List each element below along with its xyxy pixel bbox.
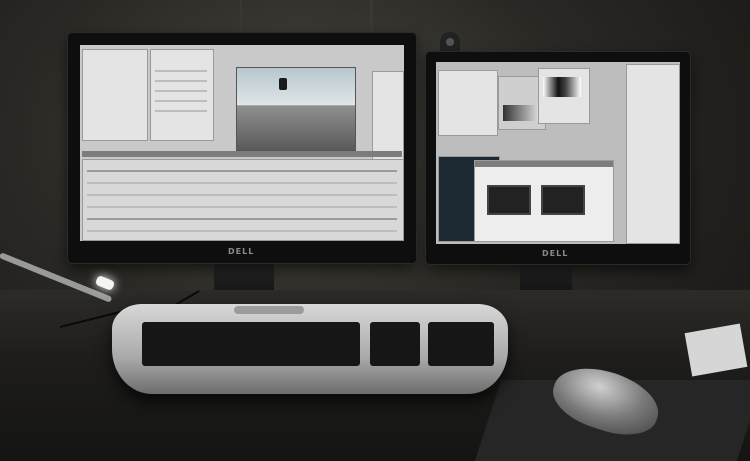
desk-lamp-light xyxy=(94,274,116,292)
navigator-panel xyxy=(626,64,680,244)
effects-panel xyxy=(150,49,214,141)
rider-figure xyxy=(279,78,287,90)
project-panel xyxy=(82,49,148,141)
left-monitor: DELL xyxy=(68,33,416,263)
numpad-block xyxy=(428,322,494,366)
timeline-header xyxy=(82,151,402,157)
keyboard-top-strip xyxy=(234,306,304,314)
tools-panel xyxy=(372,71,404,173)
arrow-key-block xyxy=(370,322,420,366)
monitor-thumb-right xyxy=(541,185,585,215)
histogram-panel xyxy=(538,68,590,124)
left-monitor-logo: DELL xyxy=(228,247,255,256)
toolbox-panel xyxy=(438,70,498,136)
histogram-graph xyxy=(543,77,581,97)
monitor-thumb-left xyxy=(487,185,531,215)
right-monitor-screen xyxy=(436,62,680,244)
right-monitor: DELL xyxy=(426,52,690,264)
palette-swatch xyxy=(503,105,539,121)
video-preview xyxy=(236,67,356,151)
main-key-block xyxy=(142,322,360,366)
browser-window xyxy=(474,160,614,242)
right-monitor-logo: DELL xyxy=(542,249,569,258)
timeline-panel xyxy=(82,159,404,241)
left-monitor-screen xyxy=(80,45,404,241)
photo-scene: DELL DELL xyxy=(0,0,750,461)
keyboard xyxy=(112,304,508,394)
